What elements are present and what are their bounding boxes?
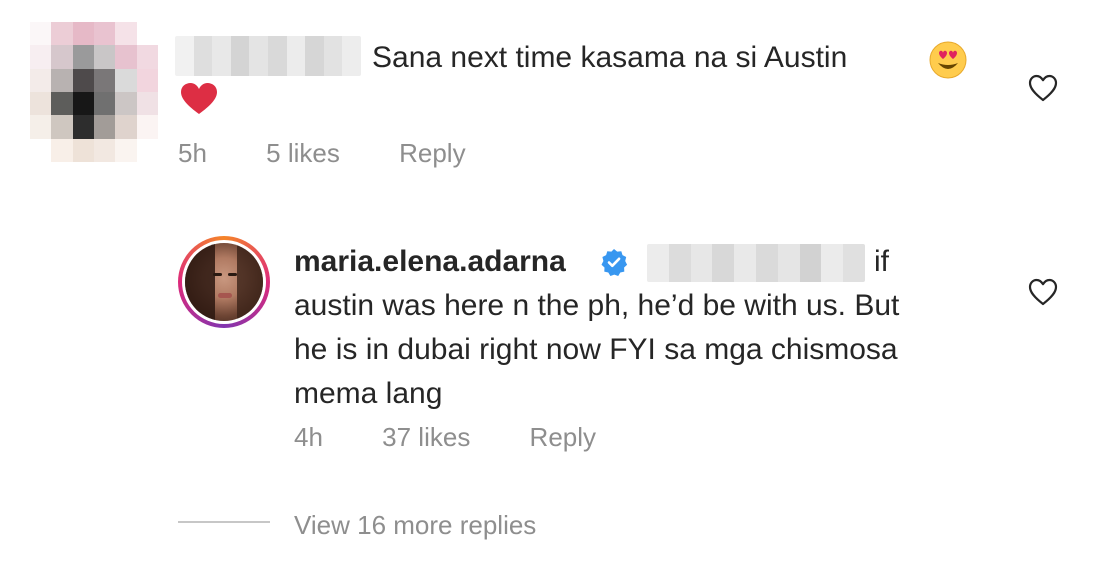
reply-username[interactable]: maria.elena.adarna: [294, 245, 566, 278]
like-heart-icon[interactable]: [1028, 278, 1058, 306]
reply-text-line: he is in dubai right now FYI sa mga chis…: [294, 333, 898, 366]
like-heart-icon[interactable]: [1028, 74, 1058, 102]
view-more-replies-button[interactable]: View 16 more replies: [294, 510, 536, 541]
reply-text-line: mema lang: [294, 377, 443, 410]
avatar[interactable]: [178, 236, 270, 328]
reply-time: 4h: [294, 422, 323, 452]
heart-eyes-emoji-icon: [929, 41, 967, 79]
reply-likes[interactable]: 37 likes: [382, 422, 470, 453]
avatar-censored[interactable]: [30, 22, 158, 162]
comment-meta: 5h 5 likes Reply: [178, 138, 466, 169]
comment-time: 5h: [178, 138, 207, 168]
reply-text-suffix: if: [874, 245, 889, 278]
mention-censored[interactable]: [647, 244, 865, 282]
red-heart-emoji-icon: [181, 83, 217, 114]
verified-badge-icon: [601, 249, 628, 276]
reply-text-line: austin was here n the ph, he’d be with u…: [294, 289, 900, 322]
replies-divider: [178, 521, 270, 523]
comment-body: Sana next time kasama na si Austin: [372, 41, 848, 74]
username-censored[interactable]: [175, 36, 361, 76]
comment-likes[interactable]: 5 likes: [266, 138, 340, 169]
avatar-photo: [185, 243, 263, 321]
reply-reply-button[interactable]: Reply: [530, 422, 596, 453]
comment-text: Sana next time kasama na si Austin: [372, 36, 967, 80]
comment-reply-button[interactable]: Reply: [399, 138, 465, 169]
reply-first-line: maria.elena.adarna: [294, 240, 566, 284]
reply-meta: 4h 37 likes Reply: [294, 422, 596, 453]
reply-text: austin was here n the ph, he’d be with u…: [294, 284, 899, 416]
